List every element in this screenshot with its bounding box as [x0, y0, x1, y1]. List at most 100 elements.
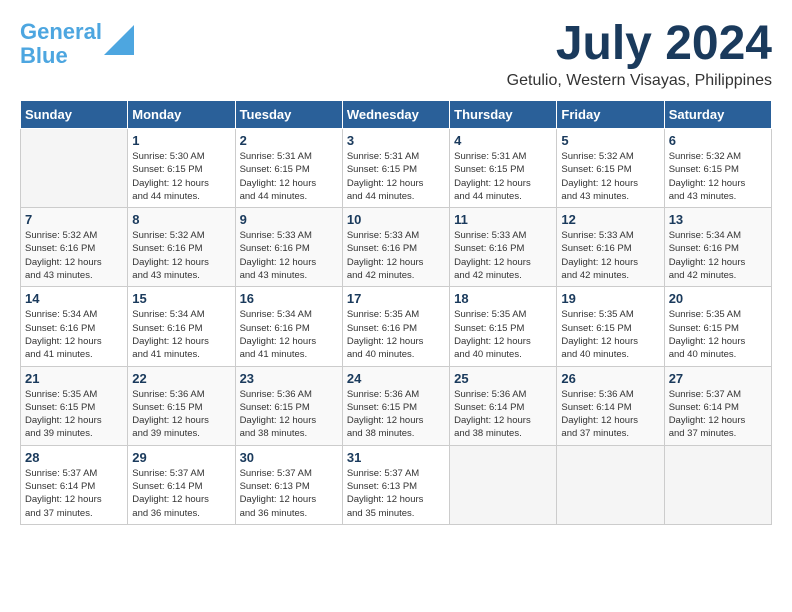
day-info: Sunrise: 5:36 AMSunset: 6:15 PMDaylight:… — [347, 388, 445, 441]
calendar-cell: 4 Sunrise: 5:31 AMSunset: 6:15 PMDaylight… — [450, 129, 557, 208]
calendar-week-row: 7 Sunrise: 5:32 AMSunset: 6:16 PMDaylight… — [21, 208, 772, 287]
day-info: Sunrise: 5:32 AMSunset: 6:15 PMDaylight:… — [669, 150, 767, 203]
calendar-cell — [21, 129, 128, 208]
calendar-cell: 5 Sunrise: 5:32 AMSunset: 6:15 PMDaylight… — [557, 129, 664, 208]
day-number: 16 — [240, 291, 338, 306]
day-info: Sunrise: 5:32 AMSunset: 6:15 PMDaylight:… — [561, 150, 659, 203]
calendar-cell: 13 Sunrise: 5:34 AMSunset: 6:16 PMDayligh… — [664, 208, 771, 287]
calendar-cell: 11 Sunrise: 5:33 AMSunset: 6:16 PMDayligh… — [450, 208, 557, 287]
day-number: 19 — [561, 291, 659, 306]
day-info: Sunrise: 5:35 AMSunset: 6:15 PMDaylight:… — [25, 388, 123, 441]
day-info: Sunrise: 5:33 AMSunset: 6:16 PMDaylight:… — [347, 229, 445, 282]
calendar-header: SundayMondayTuesdayWednesdayThursdayFrid… — [21, 101, 772, 129]
day-of-week-header: Friday — [557, 101, 664, 129]
day-info: Sunrise: 5:35 AMSunset: 6:15 PMDaylight:… — [669, 308, 767, 361]
day-number: 6 — [669, 133, 767, 148]
day-info: Sunrise: 5:33 AMSunset: 6:16 PMDaylight:… — [561, 229, 659, 282]
calendar-week-row: 21 Sunrise: 5:35 AMSunset: 6:15 PMDayligh… — [21, 366, 772, 445]
calendar-cell: 22 Sunrise: 5:36 AMSunset: 6:15 PMDayligh… — [128, 366, 235, 445]
day-info: Sunrise: 5:30 AMSunset: 6:15 PMDaylight:… — [132, 150, 230, 203]
day-number: 29 — [132, 450, 230, 465]
page-header: General Blue July 2024 Getulio, Western … — [20, 20, 772, 90]
day-number: 8 — [132, 212, 230, 227]
day-number: 3 — [347, 133, 445, 148]
calendar-cell: 30 Sunrise: 5:37 AMSunset: 6:13 PMDayligh… — [235, 445, 342, 524]
day-number: 5 — [561, 133, 659, 148]
calendar-week-row: 1 Sunrise: 5:30 AMSunset: 6:15 PMDaylight… — [21, 129, 772, 208]
day-of-week-header: Saturday — [664, 101, 771, 129]
day-of-week-header: Thursday — [450, 101, 557, 129]
day-number: 11 — [454, 212, 552, 227]
day-number: 2 — [240, 133, 338, 148]
calendar-cell: 24Sunrise: 5:36 AMSunset: 6:15 PMDayligh… — [342, 366, 449, 445]
calendar-cell: 3Sunrise: 5:31 AMSunset: 6:15 PMDaylight… — [342, 129, 449, 208]
calendar-cell: 10 Sunrise: 5:33 AMSunset: 6:16 PMDayligh… — [342, 208, 449, 287]
calendar-cell: 25Sunrise: 5:36 AMSunset: 6:14 PMDayligh… — [450, 366, 557, 445]
calendar-cell: 16Sunrise: 5:34 AMSunset: 6:16 PMDayligh… — [235, 287, 342, 366]
day-number: 27 — [669, 371, 767, 386]
day-number: 13 — [669, 212, 767, 227]
day-info: Sunrise: 5:37 AMSunset: 6:13 PMDaylight:… — [347, 467, 445, 520]
day-number: 22 — [132, 371, 230, 386]
calendar-week-row: 14 Sunrise: 5:34 AMSunset: 6:16 PMDayligh… — [21, 287, 772, 366]
day-number: 30 — [240, 450, 338, 465]
calendar-cell: 8Sunrise: 5:32 AMSunset: 6:16 PMDaylight… — [128, 208, 235, 287]
day-info: Sunrise: 5:36 AMSunset: 6:14 PMDaylight:… — [561, 388, 659, 441]
day-info: Sunrise: 5:37 AMSunset: 6:14 PMDaylight:… — [132, 467, 230, 520]
day-info: Sunrise: 5:34 AMSunset: 6:16 PMDaylight:… — [669, 229, 767, 282]
calendar-cell: 28Sunrise: 5:37 AMSunset: 6:14 PMDayligh… — [21, 445, 128, 524]
calendar-cell: 2 Sunrise: 5:31 AMSunset: 6:15 PMDaylight… — [235, 129, 342, 208]
calendar-cell: 6 Sunrise: 5:32 AMSunset: 6:15 PMDaylight… — [664, 129, 771, 208]
day-number: 26 — [561, 371, 659, 386]
day-info: Sunrise: 5:31 AMSunset: 6:15 PMDaylight:… — [454, 150, 552, 203]
day-info: Sunrise: 5:36 AMSunset: 6:15 PMDaylight:… — [132, 388, 230, 441]
calendar-cell: 14Sunrise: 5:34 AMSunset: 6:16 PMDayligh… — [21, 287, 128, 366]
calendar-table: SundayMondayTuesdayWednesdayThursdayFrid… — [20, 100, 772, 525]
day-number: 1 — [132, 133, 230, 148]
logo-line1: General — [20, 19, 102, 44]
day-info: Sunrise: 5:33 AMSunset: 6:16 PMDaylight:… — [454, 229, 552, 282]
logo: General Blue — [20, 20, 134, 68]
day-number: 7 — [25, 212, 123, 227]
title-area: July 2024 Getulio, Western Visayas, Phil… — [507, 20, 772, 90]
day-info: Sunrise: 5:35 AMSunset: 6:15 PMDaylight:… — [454, 308, 552, 361]
day-info: Sunrise: 5:31 AMSunset: 6:15 PMDaylight:… — [240, 150, 338, 203]
calendar-cell: 1 Sunrise: 5:30 AMSunset: 6:15 PMDaylight… — [128, 129, 235, 208]
calendar-cell: 17Sunrise: 5:35 AMSunset: 6:16 PMDayligh… — [342, 287, 449, 366]
calendar-week-row: 28 Sunrise: 5:37 AMSunset: 6:14 PMDayligh… — [21, 445, 772, 524]
day-info: Sunrise: 5:32 AMSunset: 6:16 PMDaylight:… — [25, 229, 123, 282]
day-number: 4 — [454, 133, 552, 148]
calendar-cell — [557, 445, 664, 524]
day-number: 17 — [347, 291, 445, 306]
month-year-title: July 2024 — [507, 20, 772, 68]
day-number: 23 — [240, 371, 338, 386]
day-info: Sunrise: 5:34 AMSunset: 6:16 PMDaylight:… — [132, 308, 230, 361]
calendar-cell: 19 Sunrise: 5:35 AMSunset: 6:15 PMDayligh… — [557, 287, 664, 366]
day-of-week-header: Sunday — [21, 101, 128, 129]
logo-arrow-icon — [104, 25, 134, 55]
calendar-body: 1 Sunrise: 5:30 AMSunset: 6:15 PMDaylight… — [21, 129, 772, 525]
day-number: 12 — [561, 212, 659, 227]
calendar-cell: 18 Sunrise: 5:35 AMSunset: 6:15 PMDayligh… — [450, 287, 557, 366]
day-number: 20 — [669, 291, 767, 306]
day-info: Sunrise: 5:33 AMSunset: 6:16 PMDaylight:… — [240, 229, 338, 282]
calendar-cell: 23 Sunrise: 5:36 AMSunset: 6:15 PMDayligh… — [235, 366, 342, 445]
calendar-cell: 9 Sunrise: 5:33 AMSunset: 6:16 PMDaylight… — [235, 208, 342, 287]
day-number: 9 — [240, 212, 338, 227]
calendar-cell: 26 Sunrise: 5:36 AMSunset: 6:14 PMDayligh… — [557, 366, 664, 445]
day-number: 18 — [454, 291, 552, 306]
day-number: 21 — [25, 371, 123, 386]
day-number: 28 — [25, 450, 123, 465]
logo-line2: Blue — [20, 43, 68, 68]
day-number: 25 — [454, 371, 552, 386]
calendar-cell — [450, 445, 557, 524]
day-of-week-header: Monday — [128, 101, 235, 129]
day-info: Sunrise: 5:37 AMSunset: 6:13 PMDaylight:… — [240, 467, 338, 520]
calendar-cell: 31Sunrise: 5:37 AMSunset: 6:13 PMDayligh… — [342, 445, 449, 524]
calendar-cell: 7 Sunrise: 5:32 AMSunset: 6:16 PMDaylight… — [21, 208, 128, 287]
day-info: Sunrise: 5:35 AMSunset: 6:15 PMDaylight:… — [561, 308, 659, 361]
day-number: 14 — [25, 291, 123, 306]
day-number: 10 — [347, 212, 445, 227]
calendar-cell — [664, 445, 771, 524]
day-info: Sunrise: 5:36 AMSunset: 6:15 PMDaylight:… — [240, 388, 338, 441]
